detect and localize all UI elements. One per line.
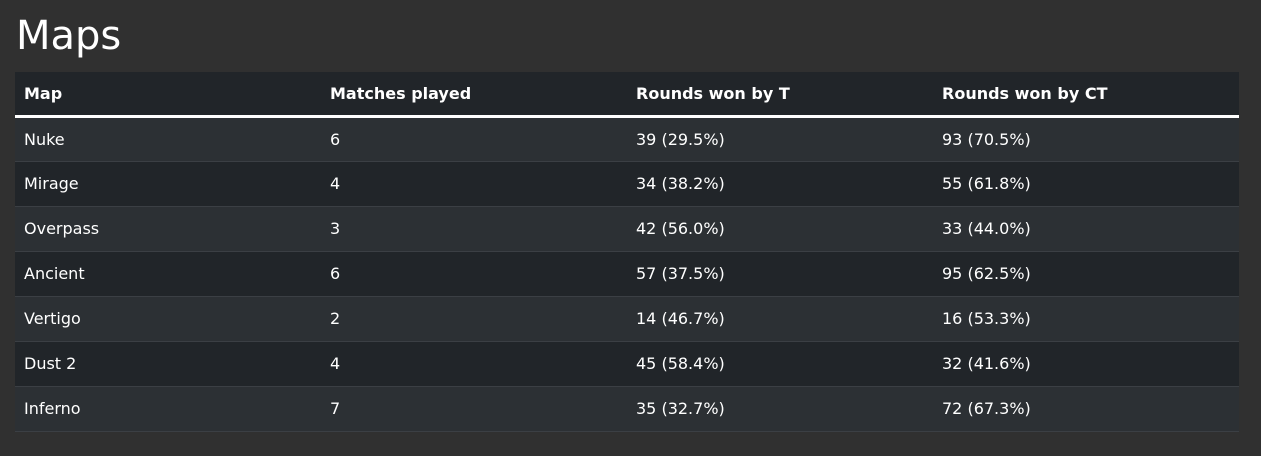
column-header-rounds-won-ct: Rounds won by CT — [933, 72, 1239, 118]
page: Maps Map Matches played Rounds won by T … — [0, 0, 1261, 456]
cell-matches-played: 3 — [321, 206, 627, 252]
cell-matches-played: 4 — [321, 341, 627, 387]
column-header-rounds-won-t: Rounds won by T — [627, 72, 933, 118]
cell-rounds-won-ct: 95 (62.5%) — [933, 251, 1239, 297]
table-row: Inferno 7 35 (32.7%) 72 (67.3%) — [15, 386, 1239, 432]
cell-matches-played: 2 — [321, 296, 627, 342]
cell-map: Dust 2 — [15, 341, 321, 387]
cell-map: Ancient — [15, 251, 321, 297]
cell-rounds-won-ct: 16 (53.3%) — [933, 296, 1239, 342]
column-header-map: Map — [15, 72, 321, 118]
cell-rounds-won-t: 45 (58.4%) — [627, 341, 933, 387]
table-row: Ancient 6 57 (37.5%) 95 (62.5%) — [15, 251, 1239, 297]
cell-map: Overpass — [15, 206, 321, 252]
cell-matches-played: 4 — [321, 161, 627, 207]
table-header: Map Matches played Rounds won by T Round… — [15, 72, 1239, 118]
table-row: Overpass 3 42 (56.0%) 33 (44.0%) — [15, 206, 1239, 252]
table-row: Dust 2 4 45 (58.4%) 32 (41.6%) — [15, 341, 1239, 387]
cell-map: Inferno — [15, 386, 321, 432]
page-title: Maps — [16, 13, 122, 59]
cell-rounds-won-t: 39 (29.5%) — [627, 116, 933, 162]
cell-rounds-won-t: 34 (38.2%) — [627, 161, 933, 207]
cell-map: Vertigo — [15, 296, 321, 342]
cell-matches-played: 7 — [321, 386, 627, 432]
table-row: Nuke 6 39 (29.5%) 93 (70.5%) — [15, 116, 1239, 162]
table-row: Vertigo 2 14 (46.7%) 16 (53.3%) — [15, 296, 1239, 342]
cell-matches-played: 6 — [321, 251, 627, 297]
cell-rounds-won-ct: 72 (67.3%) — [933, 386, 1239, 432]
table-row: Mirage 4 34 (38.2%) 55 (61.8%) — [15, 161, 1239, 207]
cell-map: Nuke — [15, 116, 321, 162]
cell-rounds-won-ct: 32 (41.6%) — [933, 341, 1239, 387]
header-row: Map Matches played Rounds won by T Round… — [15, 72, 1239, 118]
cell-rounds-won-ct: 55 (61.8%) — [933, 161, 1239, 207]
cell-rounds-won-ct: 93 (70.5%) — [933, 116, 1239, 162]
cell-rounds-won-ct: 33 (44.0%) — [933, 206, 1239, 252]
maps-table: Map Matches played Rounds won by T Round… — [15, 72, 1239, 432]
table-body: Nuke 6 39 (29.5%) 93 (70.5%) Mirage 4 34… — [15, 116, 1239, 432]
cell-rounds-won-t: 35 (32.7%) — [627, 386, 933, 432]
cell-matches-played: 6 — [321, 116, 627, 162]
cell-rounds-won-t: 14 (46.7%) — [627, 296, 933, 342]
cell-rounds-won-t: 42 (56.0%) — [627, 206, 933, 252]
cell-map: Mirage — [15, 161, 321, 207]
column-header-matches-played: Matches played — [321, 72, 627, 118]
cell-rounds-won-t: 57 (37.5%) — [627, 251, 933, 297]
